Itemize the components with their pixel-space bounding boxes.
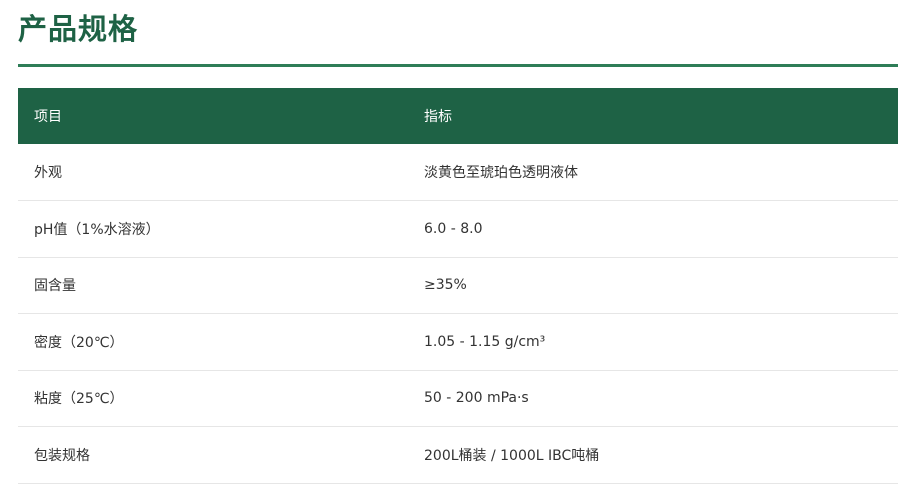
row-value: 淡黄色至琥珀色透明液体 <box>408 144 898 201</box>
row-item: 粘度（25℃） <box>18 370 408 427</box>
row-value: 1.05 - 1.15 g/cm³ <box>408 313 898 371</box>
header-item: 项目 <box>18 88 408 144</box>
table-row: 外观 淡黄色至琥珀色透明液体 <box>18 144 898 201</box>
row-value: 200L桶装 / 1000L IBC吨桶 <box>408 426 898 484</box>
row-value: ≥35% <box>408 257 898 314</box>
section-title: 产品规格 <box>18 12 139 46</box>
header-value: 指标 <box>408 88 898 144</box>
row-item: 外观 <box>18 144 408 201</box>
spec-table: 项目 指标 外观 淡黄色至琥珀色透明液体 pH值（1%水溶液） 6.0 - 8.… <box>18 88 898 484</box>
row-value: 50 - 200 mPa·s <box>408 370 898 427</box>
table-row: 固含量 ≥35% <box>18 257 898 314</box>
row-item: 包装规格 <box>18 426 408 484</box>
table-row: 粘度（25℃） 50 - 200 mPa·s <box>18 370 898 427</box>
row-item: 密度（20℃） <box>18 313 408 371</box>
table-row: 包装规格 200L桶装 / 1000L IBC吨桶 <box>18 426 898 484</box>
row-value: 6.0 - 8.0 <box>408 200 898 258</box>
title-divider <box>18 64 898 67</box>
table-row: pH值（1%水溶液） 6.0 - 8.0 <box>18 200 898 258</box>
row-item: pH值（1%水溶液） <box>18 200 408 258</box>
table-header-row: 项目 指标 <box>18 88 898 144</box>
row-item: 固含量 <box>18 257 408 314</box>
table-row: 密度（20℃） 1.05 - 1.15 g/cm³ <box>18 313 898 371</box>
